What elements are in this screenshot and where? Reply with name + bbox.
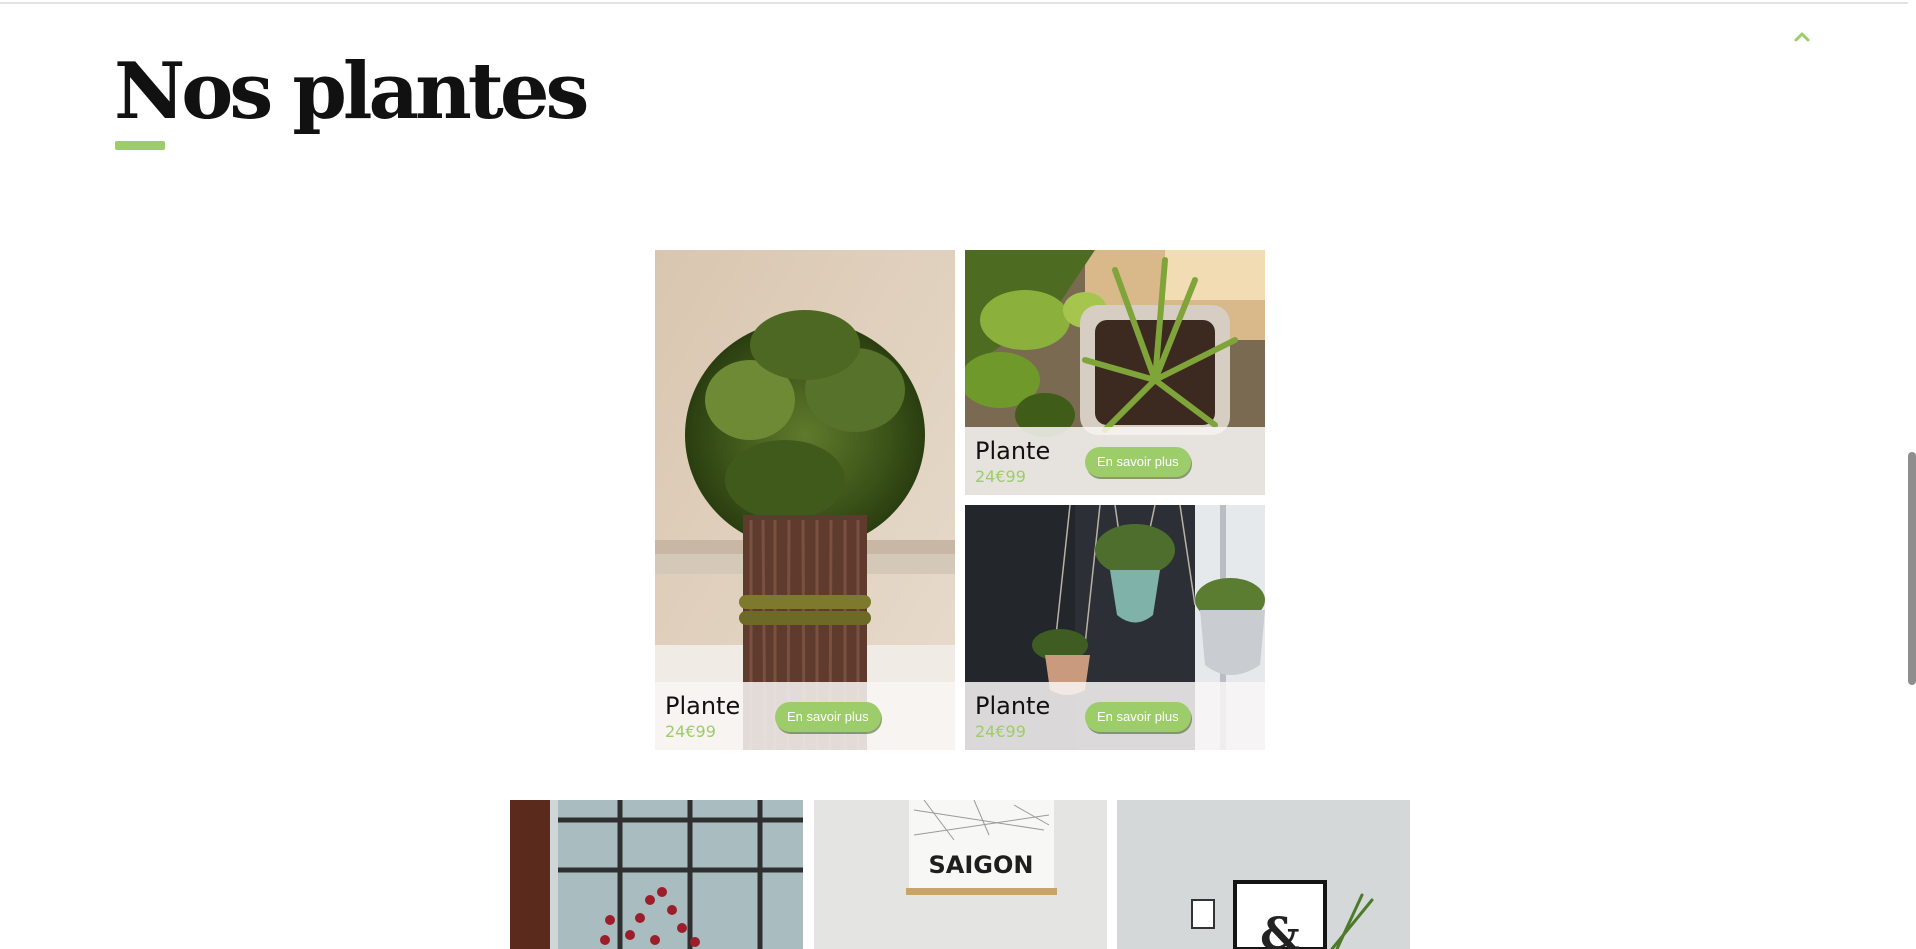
gallery-item[interactable]: & [1117,800,1410,949]
learn-more-button[interactable]: En savoir plus [775,702,881,732]
product-price: 24€99 [975,467,1026,486]
product-name: Plante [665,692,741,720]
product-price: 24€99 [975,722,1026,741]
product-card[interactable]: Plante 24€99 En savoir plus [655,250,955,750]
saigon-map-poster-photo: SAIGON [814,800,1107,949]
product-price: 24€99 [665,722,716,741]
poster-text: & [1260,909,1300,949]
page: Nos plantes Plante 24€99 En savoir plus … [0,0,1916,949]
learn-more-button[interactable]: En savoir plus [1085,702,1191,732]
product-name: Plante [975,437,1051,465]
product-card[interactable]: Plante 24€99 En savoir plus [965,505,1265,750]
product-card[interactable]: Plante 24€99 En savoir plus [965,250,1265,495]
product-caption: Plante 24€99 En savoir plus [965,682,1265,750]
gallery-item[interactable]: SAIGON [814,800,1107,949]
product-caption: Plante 24€99 En savoir plus [655,682,955,750]
boxwood-bundle-photo [655,250,955,750]
title-underline [115,141,165,150]
page-title: Nos plantes [114,46,589,137]
product-name: Plante [975,692,1051,720]
poster-text: SAIGON [929,851,1034,879]
scroll-to-top-button[interactable] [1790,25,1814,49]
ampersand-frame-photo: & [1117,800,1410,949]
scrollbar-thumb[interactable] [1908,452,1916,685]
learn-more-button[interactable]: En savoir plus [1085,447,1191,477]
top-divider [0,2,1916,4]
red-berry-branches-window-photo [510,800,803,949]
chevron-up-icon [1794,32,1810,42]
gallery-item[interactable] [510,800,803,949]
product-caption: Plante 24€99 En savoir plus [965,427,1265,495]
